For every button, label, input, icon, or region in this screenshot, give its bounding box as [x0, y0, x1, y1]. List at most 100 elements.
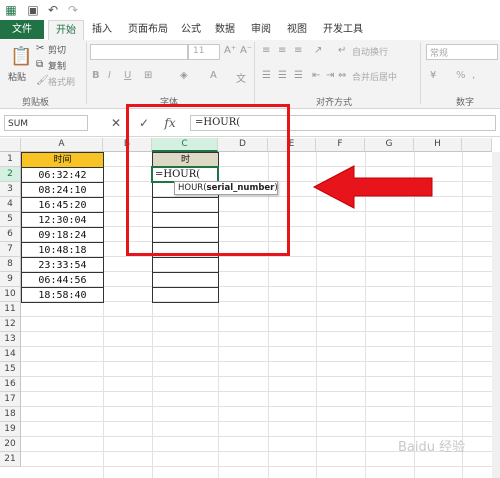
- merge-center-button[interactable]: 合并后居中: [352, 70, 397, 83]
- borders-icon[interactable]: ⊞: [144, 70, 152, 81]
- result-cell[interactable]: [152, 257, 219, 273]
- copy-icon[interactable]: ⧉: [36, 59, 43, 70]
- row-header[interactable]: 7: [0, 242, 21, 257]
- tab-file[interactable]: 文件: [0, 20, 44, 39]
- tab-formulas[interactable]: 公式: [176, 20, 206, 39]
- column-header-a[interactable]: A: [21, 138, 103, 152]
- cancel-icon[interactable]: ✕: [106, 114, 126, 132]
- time-cell[interactable]: 10:48:18: [21, 242, 104, 258]
- row-header[interactable]: 6: [0, 227, 21, 242]
- align-center-icon[interactable]: ☰: [278, 70, 287, 81]
- copy-button[interactable]: 复制: [48, 59, 66, 72]
- merge-center-icon[interactable]: ⇔: [338, 70, 346, 81]
- align-right-icon[interactable]: ☰: [294, 70, 303, 81]
- phonetic-icon[interactable]: 文: [236, 70, 246, 85]
- align-top-icon[interactable]: ≡: [262, 45, 270, 56]
- row-header[interactable]: 10: [0, 287, 21, 302]
- time-cell[interactable]: 12:30:04: [21, 212, 104, 228]
- column-header-f[interactable]: F: [316, 138, 365, 152]
- row-header[interactable]: 4: [0, 197, 21, 212]
- font-size-dropdown[interactable]: 11: [188, 44, 220, 60]
- highlight-box: [126, 104, 290, 256]
- gridline: [462, 152, 463, 478]
- number-format-dropdown[interactable]: 常规: [426, 44, 498, 60]
- save-icon[interactable]: ▣: [26, 3, 40, 17]
- time-cell[interactable]: 18:58:40: [21, 287, 104, 303]
- wrap-text-icon[interactable]: ↵: [338, 45, 346, 56]
- fill-color-icon[interactable]: ◈: [180, 70, 188, 81]
- row-header[interactable]: 16: [0, 377, 21, 392]
- shrink-font-icon[interactable]: A⁻: [240, 45, 252, 56]
- vertical-scrollbar[interactable]: [492, 152, 500, 478]
- row-header[interactable]: 1: [0, 152, 21, 167]
- time-cell[interactable]: 23:33:54: [21, 257, 104, 273]
- italic-button[interactable]: I: [108, 70, 111, 81]
- align-bottom-icon[interactable]: ≡: [294, 45, 302, 56]
- row-header[interactable]: 21: [0, 452, 21, 467]
- row-header[interactable]: 14: [0, 347, 21, 362]
- format-painter-icon[interactable]: 🖌: [36, 75, 49, 86]
- grow-font-icon[interactable]: A⁺: [224, 45, 236, 56]
- tab-developer[interactable]: 开发工具: [318, 20, 368, 39]
- gridline: [21, 316, 500, 317]
- font-name-dropdown[interactable]: [90, 44, 188, 60]
- paste-icon[interactable]: 📋: [10, 46, 32, 67]
- row-header[interactable]: 5: [0, 212, 21, 227]
- time-cell[interactable]: 09:18:24: [21, 227, 104, 243]
- column-header-g[interactable]: G: [365, 138, 414, 152]
- undo-icon[interactable]: ↶: [46, 3, 60, 17]
- wrap-text-button[interactable]: 自动换行: [352, 45, 388, 58]
- tab-review[interactable]: 审阅: [246, 20, 276, 39]
- orientation-icon[interactable]: ↗: [314, 45, 322, 56]
- row-header[interactable]: 9: [0, 272, 21, 287]
- format-painter-button[interactable]: 格式刷: [48, 75, 75, 88]
- align-middle-icon[interactable]: ≡: [278, 45, 286, 56]
- currency-icon[interactable]: ¥: [430, 70, 436, 81]
- result-cell[interactable]: [152, 287, 219, 303]
- gridline: [21, 361, 500, 362]
- indent-icon[interactable]: ⇤: [312, 70, 320, 81]
- row-header[interactable]: 19: [0, 422, 21, 437]
- time-cell[interactable]: 06:32:42: [21, 167, 104, 183]
- align-left-icon[interactable]: ☰: [262, 70, 271, 81]
- time-cell[interactable]: 08:24:10: [21, 182, 104, 198]
- tab-insert[interactable]: 插入: [86, 20, 118, 39]
- redo-icon[interactable]: ↷: [66, 3, 80, 17]
- time-cell[interactable]: 06:44:56: [21, 272, 104, 288]
- outdent-icon[interactable]: ⇥: [326, 70, 334, 81]
- column-header-h[interactable]: H: [414, 138, 462, 152]
- red-arrow-icon: [312, 165, 433, 209]
- row-header[interactable]: 3: [0, 182, 21, 197]
- name-box[interactable]: SUM: [4, 115, 88, 131]
- excel-logo-icon: ▦: [5, 3, 17, 17]
- paste-button[interactable]: 粘贴: [8, 70, 26, 83]
- row-header[interactable]: 18: [0, 407, 21, 422]
- row-header[interactable]: 2: [0, 167, 21, 182]
- comma-button[interactable]: ,: [472, 70, 475, 81]
- tab-data[interactable]: 数据: [210, 20, 240, 39]
- percent-button[interactable]: %: [456, 70, 466, 81]
- select-all-corner[interactable]: [0, 138, 21, 152]
- column-header-i[interactable]: [462, 138, 492, 152]
- time-cell[interactable]: 16:45:20: [21, 197, 104, 213]
- underline-button[interactable]: U: [124, 70, 131, 81]
- result-cell[interactable]: [152, 272, 219, 288]
- tab-view[interactable]: 视图: [282, 20, 312, 39]
- row-header[interactable]: 11: [0, 302, 21, 317]
- cell-a1-header[interactable]: 时间: [21, 152, 104, 168]
- font-size-value: 11: [193, 46, 205, 56]
- cut-icon[interactable]: ✂: [36, 43, 44, 54]
- tab-home[interactable]: 开始: [48, 20, 84, 41]
- cut-button[interactable]: 剪切: [48, 43, 66, 56]
- row-header[interactable]: 8: [0, 257, 21, 272]
- gridline: [21, 376, 500, 377]
- row-header[interactable]: 17: [0, 392, 21, 407]
- bold-button[interactable]: B: [92, 70, 100, 81]
- row-header[interactable]: 12: [0, 317, 21, 332]
- clipboard-group-label: 剪贴板: [22, 98, 50, 108]
- row-header[interactable]: 15: [0, 362, 21, 377]
- row-header[interactable]: 20: [0, 437, 21, 452]
- row-header[interactable]: 13: [0, 332, 21, 347]
- tab-page-layout[interactable]: 页面布局: [122, 20, 174, 39]
- font-color-icon[interactable]: A: [210, 70, 217, 81]
